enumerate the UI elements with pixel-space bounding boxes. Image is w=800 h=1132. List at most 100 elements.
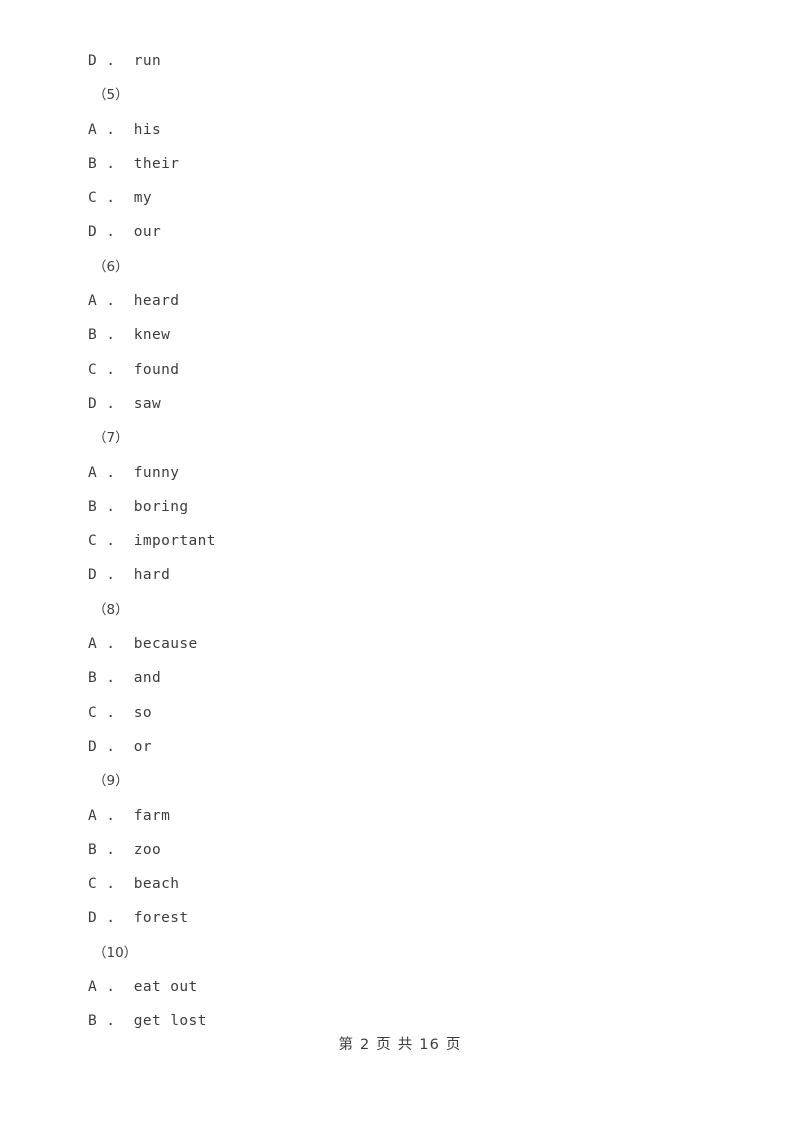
option-separator: . — [106, 910, 116, 927]
option-letter: B — [88, 841, 98, 858]
page-footer: 第 2 页 共 16 页 — [338, 1037, 462, 1053]
option-text: our — [133, 224, 162, 241]
answer-option[interactable]: B . knew — [88, 318, 708, 352]
answer-option[interactable]: A . funny — [88, 456, 708, 490]
option-separator: . — [106, 533, 116, 550]
option-separator: . — [106, 498, 116, 515]
option-separator: . — [106, 224, 116, 241]
option-letter: D — [88, 224, 98, 241]
question-list: D . run （5） A . his B . their C . my D . our （… — [88, 44, 708, 1039]
option-letter: A — [88, 636, 98, 653]
option-text: and — [133, 670, 162, 687]
answer-option[interactable]: B . boring — [88, 490, 708, 524]
answer-option[interactable]: C . found — [88, 353, 708, 387]
option-separator: . — [106, 807, 116, 824]
answer-option[interactable]: C . so — [88, 696, 708, 730]
answer-option[interactable]: A . his — [88, 113, 708, 147]
option-letter: C — [88, 876, 98, 893]
answer-option[interactable]: C . beach — [88, 867, 708, 901]
question-number: （6） — [93, 258, 129, 275]
option-text: because — [133, 636, 198, 653]
answer-option[interactable]: B . their — [88, 147, 708, 181]
question-number: （8） — [93, 601, 129, 618]
answer-option[interactable]: D . or — [88, 730, 708, 764]
option-text: forest — [133, 910, 189, 927]
option-separator: . — [106, 567, 116, 584]
option-separator: . — [106, 361, 116, 378]
option-text: knew — [133, 327, 171, 344]
option-text: beach — [133, 876, 180, 893]
option-text: saw — [133, 395, 162, 412]
option-text: get lost — [133, 1013, 207, 1030]
option-separator: . — [106, 841, 116, 858]
question-number: （7） — [93, 430, 129, 447]
option-separator: . — [106, 738, 116, 755]
answer-option[interactable]: D . hard — [88, 558, 708, 592]
option-letter: D — [88, 53, 98, 69]
option-text: or — [133, 738, 152, 755]
option-letter: B — [88, 327, 98, 344]
answer-option[interactable]: C . important — [88, 524, 708, 558]
option-letter: C — [88, 704, 98, 721]
option-text: my — [133, 190, 152, 207]
option-letter: D — [88, 910, 98, 927]
option-separator: . — [106, 979, 116, 996]
answer-option[interactable]: D . saw — [88, 387, 708, 421]
option-letter: A — [88, 979, 98, 996]
option-separator: . — [106, 293, 116, 310]
option-separator: . — [106, 53, 116, 69]
option-letter: C — [88, 533, 98, 550]
option-text: funny — [133, 464, 180, 481]
option-letter: D — [88, 567, 98, 584]
option-letter: C — [88, 361, 98, 378]
option-text: run — [133, 53, 162, 69]
answer-option[interactable]: D . our — [88, 215, 708, 249]
option-separator: . — [106, 395, 116, 412]
option-separator: . — [106, 670, 116, 687]
option-text: zoo — [133, 841, 162, 858]
option-letter: B — [88, 1013, 98, 1030]
option-letter: A — [88, 121, 98, 138]
answer-option[interactable]: A . because — [88, 627, 708, 661]
option-text: found — [133, 361, 180, 378]
option-separator: . — [106, 876, 116, 893]
question-number: （10） — [93, 944, 138, 961]
option-text: so — [133, 704, 152, 721]
option-separator: . — [106, 464, 116, 481]
option-letter: B — [88, 155, 98, 172]
option-separator: . — [106, 636, 116, 653]
answer-option[interactable]: A . heard — [88, 284, 708, 318]
question-number: （9） — [93, 773, 129, 790]
option-letter: A — [88, 464, 98, 481]
option-letter: D — [88, 395, 98, 412]
answer-option[interactable]: B . and — [88, 661, 708, 695]
option-separator: . — [106, 155, 116, 172]
option-separator: . — [106, 704, 116, 721]
answer-option[interactable]: D . run — [88, 44, 708, 78]
answer-option[interactable]: B . zoo — [88, 833, 708, 867]
option-letter: C — [88, 190, 98, 207]
option-separator: . — [106, 190, 116, 207]
answer-option[interactable]: A . eat out — [88, 970, 708, 1004]
option-text: farm — [133, 807, 171, 824]
option-separator: . — [106, 121, 116, 138]
answer-option[interactable]: A . farm — [88, 799, 708, 833]
option-letter: D — [88, 738, 98, 755]
option-text: hard — [133, 567, 171, 584]
option-text: heard — [133, 293, 180, 310]
option-letter: A — [88, 293, 98, 310]
option-text: important — [133, 533, 216, 550]
option-text: eat out — [133, 979, 198, 996]
option-text: his — [133, 121, 162, 138]
question-number: （5） — [93, 87, 129, 104]
option-letter: B — [88, 498, 98, 515]
option-letter: A — [88, 807, 98, 824]
option-text: their — [133, 155, 180, 172]
option-text: boring — [133, 498, 189, 515]
option-separator: . — [106, 1013, 116, 1030]
answer-option[interactable]: D . forest — [88, 901, 708, 935]
document-page: D . run （5） A . his B . their C . my D . our （… — [0, 0, 800, 1132]
option-letter: B — [88, 670, 98, 687]
answer-option[interactable]: C . my — [88, 181, 708, 215]
option-separator: . — [106, 327, 116, 344]
